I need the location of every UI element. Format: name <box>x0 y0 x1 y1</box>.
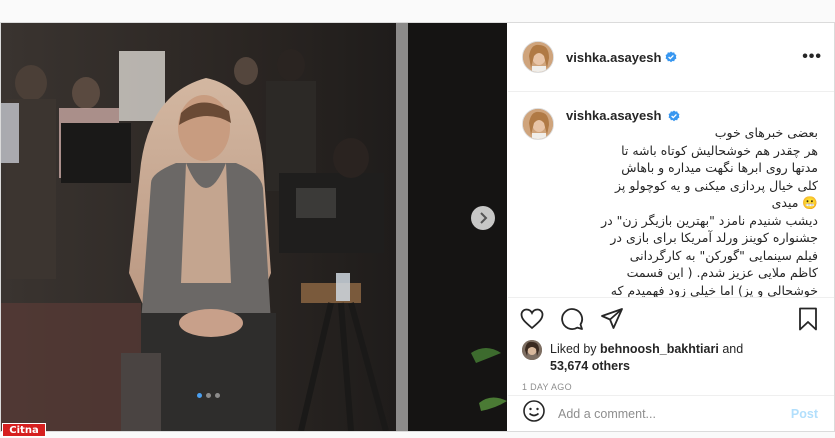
carousel-dot <box>215 393 220 398</box>
profile-photo <box>523 42 553 72</box>
caption-line: کاظم ملایی عزیز شدم. ( این قسمت <box>626 265 818 280</box>
photo-image <box>1 23 507 431</box>
carousel-dot <box>197 393 202 398</box>
post-header: vishka.asayesh ••• <box>508 23 834 92</box>
verified-badge-icon <box>665 51 677 63</box>
caption-line: بعضی خبرهای خوب <box>714 125 818 140</box>
heart-icon[interactable] <box>520 308 544 330</box>
more-options-icon[interactable]: ••• <box>802 48 822 66</box>
caption-body: vishka.asayesh بعضی خبرهای خوب هر چقدر ه… <box>566 108 818 297</box>
liker-username[interactable]: behnoosh_bakhtiari <box>600 342 719 356</box>
emoji-icon[interactable] <box>522 399 546 428</box>
caption-line: خوشحالی و پز) اما خیلی زود فهمیدم که <box>610 282 818 298</box>
caption-username[interactable]: vishka.asayesh <box>566 108 661 123</box>
watermark-logo: Citna <box>2 423 46 437</box>
caption-line: فیلم سینمایی "گورکن" به کارگردانی <box>629 247 818 263</box>
comment-box: Post <box>508 395 834 431</box>
avatar[interactable] <box>522 108 554 140</box>
post-photo[interactable] <box>1 23 507 431</box>
post-timestamp[interactable]: 1 DAY AGO <box>522 382 572 392</box>
profile-photo <box>523 109 553 139</box>
bookmark-icon[interactable] <box>798 307 818 331</box>
caption-line: کلی خیال پردازی میکنی و یه کوچولو پز <box>615 177 818 193</box>
action-bar <box>508 297 834 339</box>
caption-text: بعضی خبرهای خوب هر چقدر هم خوشحالیش کوتا… <box>566 124 818 297</box>
caption-line: 😬 میدی <box>771 195 818 210</box>
avatar[interactable] <box>522 41 554 73</box>
caption-username-row: vishka.asayesh <box>566 108 818 123</box>
share-icon[interactable] <box>600 307 624 331</box>
likes-conjunction: and <box>722 342 744 356</box>
carousel-indicator <box>197 393 220 398</box>
caption-line: جشنواره کوینز ورلد آمریکا برای بازی در <box>610 230 818 245</box>
caption-line: دیشب شنیدم نامزد "بهترین بازیگر زن" در <box>601 212 818 228</box>
likes-count[interactable]: 53,674 others <box>550 359 630 373</box>
post-comment-button[interactable]: Post <box>791 407 818 421</box>
caption-line: مدتها روی ابرها نگهت میداره و باهاش <box>621 160 818 175</box>
caption-line: هر چقدر هم خوشحالیش کوتاه باشه تا <box>621 142 818 158</box>
chevron-right-icon <box>480 212 488 224</box>
verified-badge-icon <box>668 110 680 122</box>
caption-scroll-area[interactable]: vishka.asayesh بعضی خبرهای خوب هر چقدر ه… <box>508 93 834 297</box>
post-side-panel: vishka.asayesh ••• vishka.asayesh بعضی خ… <box>508 23 834 431</box>
comment-icon[interactable] <box>560 307 584 331</box>
carousel-dot <box>206 393 211 398</box>
post-username[interactable]: vishka.asayesh <box>566 50 661 65</box>
caption: vishka.asayesh بعضی خبرهای خوب هر چقدر ه… <box>522 108 818 297</box>
likes-summary: Liked by behnoosh_bakhtiari and 53,674 o… <box>522 340 822 375</box>
likes-prefix: Liked by <box>550 342 597 356</box>
page-background: vishka.asayesh ••• vishka.asayesh بعضی خ… <box>0 0 835 438</box>
comment-input[interactable] <box>558 406 791 421</box>
next-slide-button[interactable] <box>471 206 495 230</box>
instagram-post: vishka.asayesh ••• vishka.asayesh بعضی خ… <box>0 22 835 432</box>
liker-avatar[interactable] <box>522 340 542 360</box>
likes-text: Liked by behnoosh_bakhtiari and 53,674 o… <box>550 341 743 375</box>
